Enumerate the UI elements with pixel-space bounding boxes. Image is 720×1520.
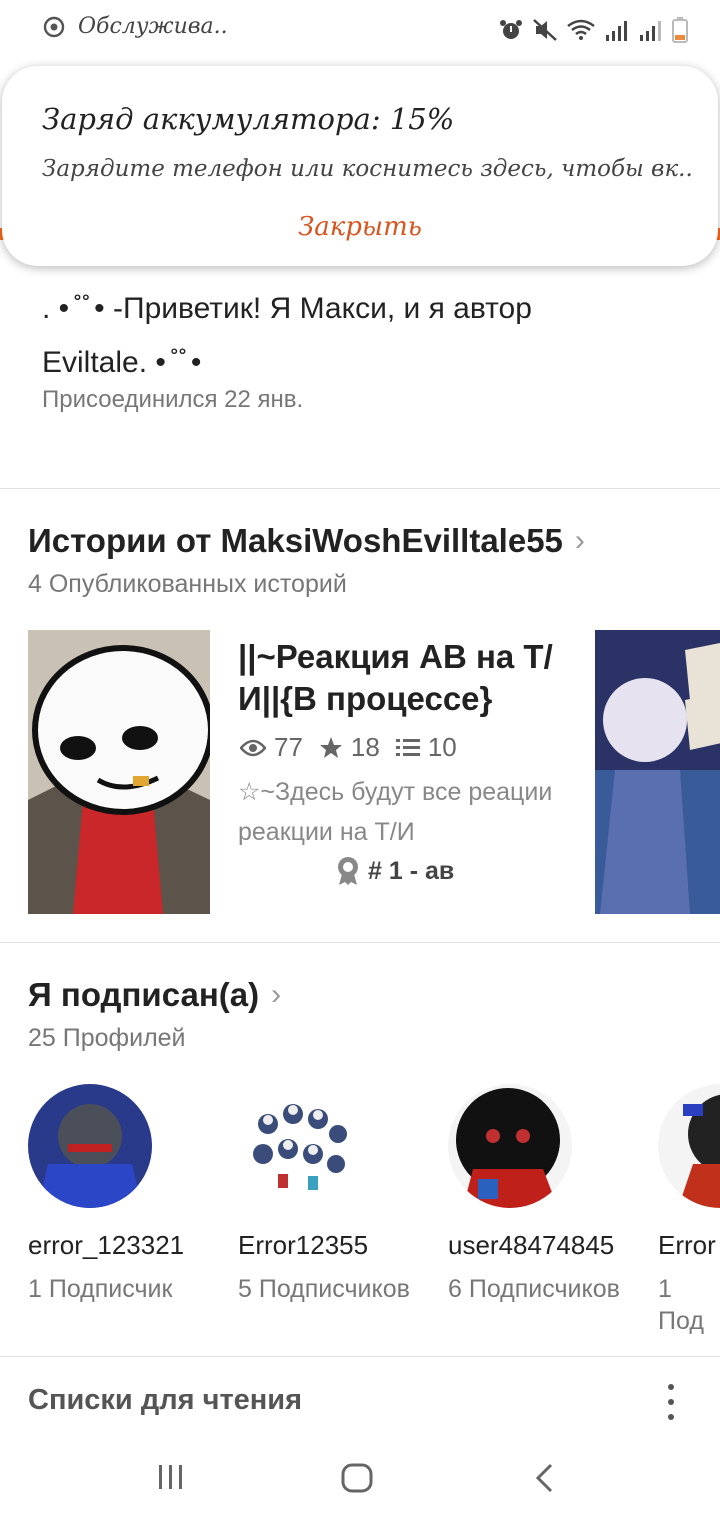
more-options-icon[interactable] (664, 1384, 678, 1420)
following-count: 25 Профилей (28, 1024, 186, 1052)
anime-cover-art (595, 630, 720, 914)
following-title: Я подписан(а) (28, 976, 260, 1013)
signal-icon (606, 21, 627, 41)
follower-count: 5 Подписчиков (238, 1275, 410, 1303)
joined-date: Присоединился 22 янв. (42, 386, 304, 413)
following-header[interactable]: Я подписан(а) › (28, 976, 281, 1014)
avatar-image (658, 1084, 720, 1208)
profile-card[interactable]: error_123321 1 Подписчик (28, 1084, 228, 1305)
reading-lists-title[interactable]: Списки для чтения (28, 1384, 302, 1417)
stories-title: Истории от MaksiWoshEvilltale55 (28, 522, 563, 559)
ranking-badge-icon (338, 857, 358, 885)
notification-title: Заряд аккумулятора: 15% (42, 102, 455, 136)
close-button[interactable]: Закрыть (2, 212, 718, 242)
profile-card[interactable]: Error12355 5 Подписчиков (238, 1084, 438, 1305)
avatar-image (238, 1084, 362, 1208)
profile-name: Error (658, 1230, 716, 1260)
star-icon (319, 736, 342, 758)
avatar-image (28, 1084, 152, 1208)
stories-header[interactable]: Истории от MaksiWoshEvilltale55 › (28, 522, 585, 560)
chevron-right-icon: › (271, 978, 282, 1011)
follower-count: 6 Подписчиков (448, 1275, 620, 1303)
wifi-icon (567, 19, 595, 40)
rank-label: # 1 - ав (368, 856, 455, 885)
avatar[interactable] (448, 1084, 572, 1208)
votes-count: 18 (350, 732, 380, 762)
profile-name: Error12355 (238, 1230, 369, 1260)
story-description: ☆~Здесь будут все реации реакции на Т/И (238, 778, 553, 846)
alarm-icon (500, 20, 522, 39)
list-icon (395, 738, 420, 756)
profile-card[interactable]: user48474845 6 Подписчиков (448, 1084, 648, 1305)
status-text: Обслужива.. (78, 14, 228, 39)
avatar[interactable] (658, 1084, 720, 1208)
profile-name: user48474845 (448, 1230, 615, 1260)
status-bar: Обслужива.. (0, 0, 720, 62)
recent-apps-icon[interactable] (156, 1462, 186, 1492)
mute-icon (533, 19, 557, 41)
back-icon[interactable] (534, 1462, 556, 1494)
battery-notification[interactable]: Заряд аккумулятора: 15% Зарядите телефон… (2, 66, 718, 266)
parts-count: 10 (427, 732, 457, 762)
profile-bio: . • ̊ ̊ • -Приветик! Я Макси, и я автор … (42, 282, 682, 390)
navigation-bar (0, 1436, 720, 1520)
story-cover[interactable] (28, 630, 210, 914)
eye-icon (240, 739, 266, 756)
views-count: 77 (274, 732, 303, 762)
avatar[interactable] (238, 1084, 362, 1208)
divider (0, 1356, 720, 1357)
bio-line: . • ̊ ̊ • -Приветик! Я Макси, и я автор (42, 292, 532, 325)
battery-icon (672, 17, 688, 43)
divider (0, 942, 720, 943)
notification-body: Зарядите телефон или коснитесь здесь, чт… (42, 156, 693, 182)
follower-count: 1 Под (658, 1275, 704, 1335)
divider (0, 488, 720, 489)
chevron-right-icon: › (574, 524, 585, 557)
home-icon[interactable] (340, 1462, 374, 1494)
skeleton-cover-art (28, 630, 210, 914)
story-cover[interactable] (595, 630, 720, 914)
avatar-image (448, 1084, 572, 1208)
bio-line: Eviltale. • ̊ ̊ • (42, 346, 202, 379)
service-icon (43, 16, 65, 37)
story-rank: # 1 - ав (336, 856, 454, 886)
profile-card[interactable]: Error 1 Под (658, 1084, 720, 1337)
story-stats: 77 18 10 (240, 732, 457, 763)
signal-icon-2 (640, 21, 661, 41)
avatar[interactable] (28, 1084, 152, 1208)
story-title[interactable]: ||~Реакция АВ на Т/И||{В процессе} (238, 636, 568, 720)
follower-count: 1 Подписчик (28, 1275, 173, 1303)
profile-name: error_123321 (28, 1230, 185, 1260)
stories-count: 4 Опубликованных историй (28, 570, 347, 598)
